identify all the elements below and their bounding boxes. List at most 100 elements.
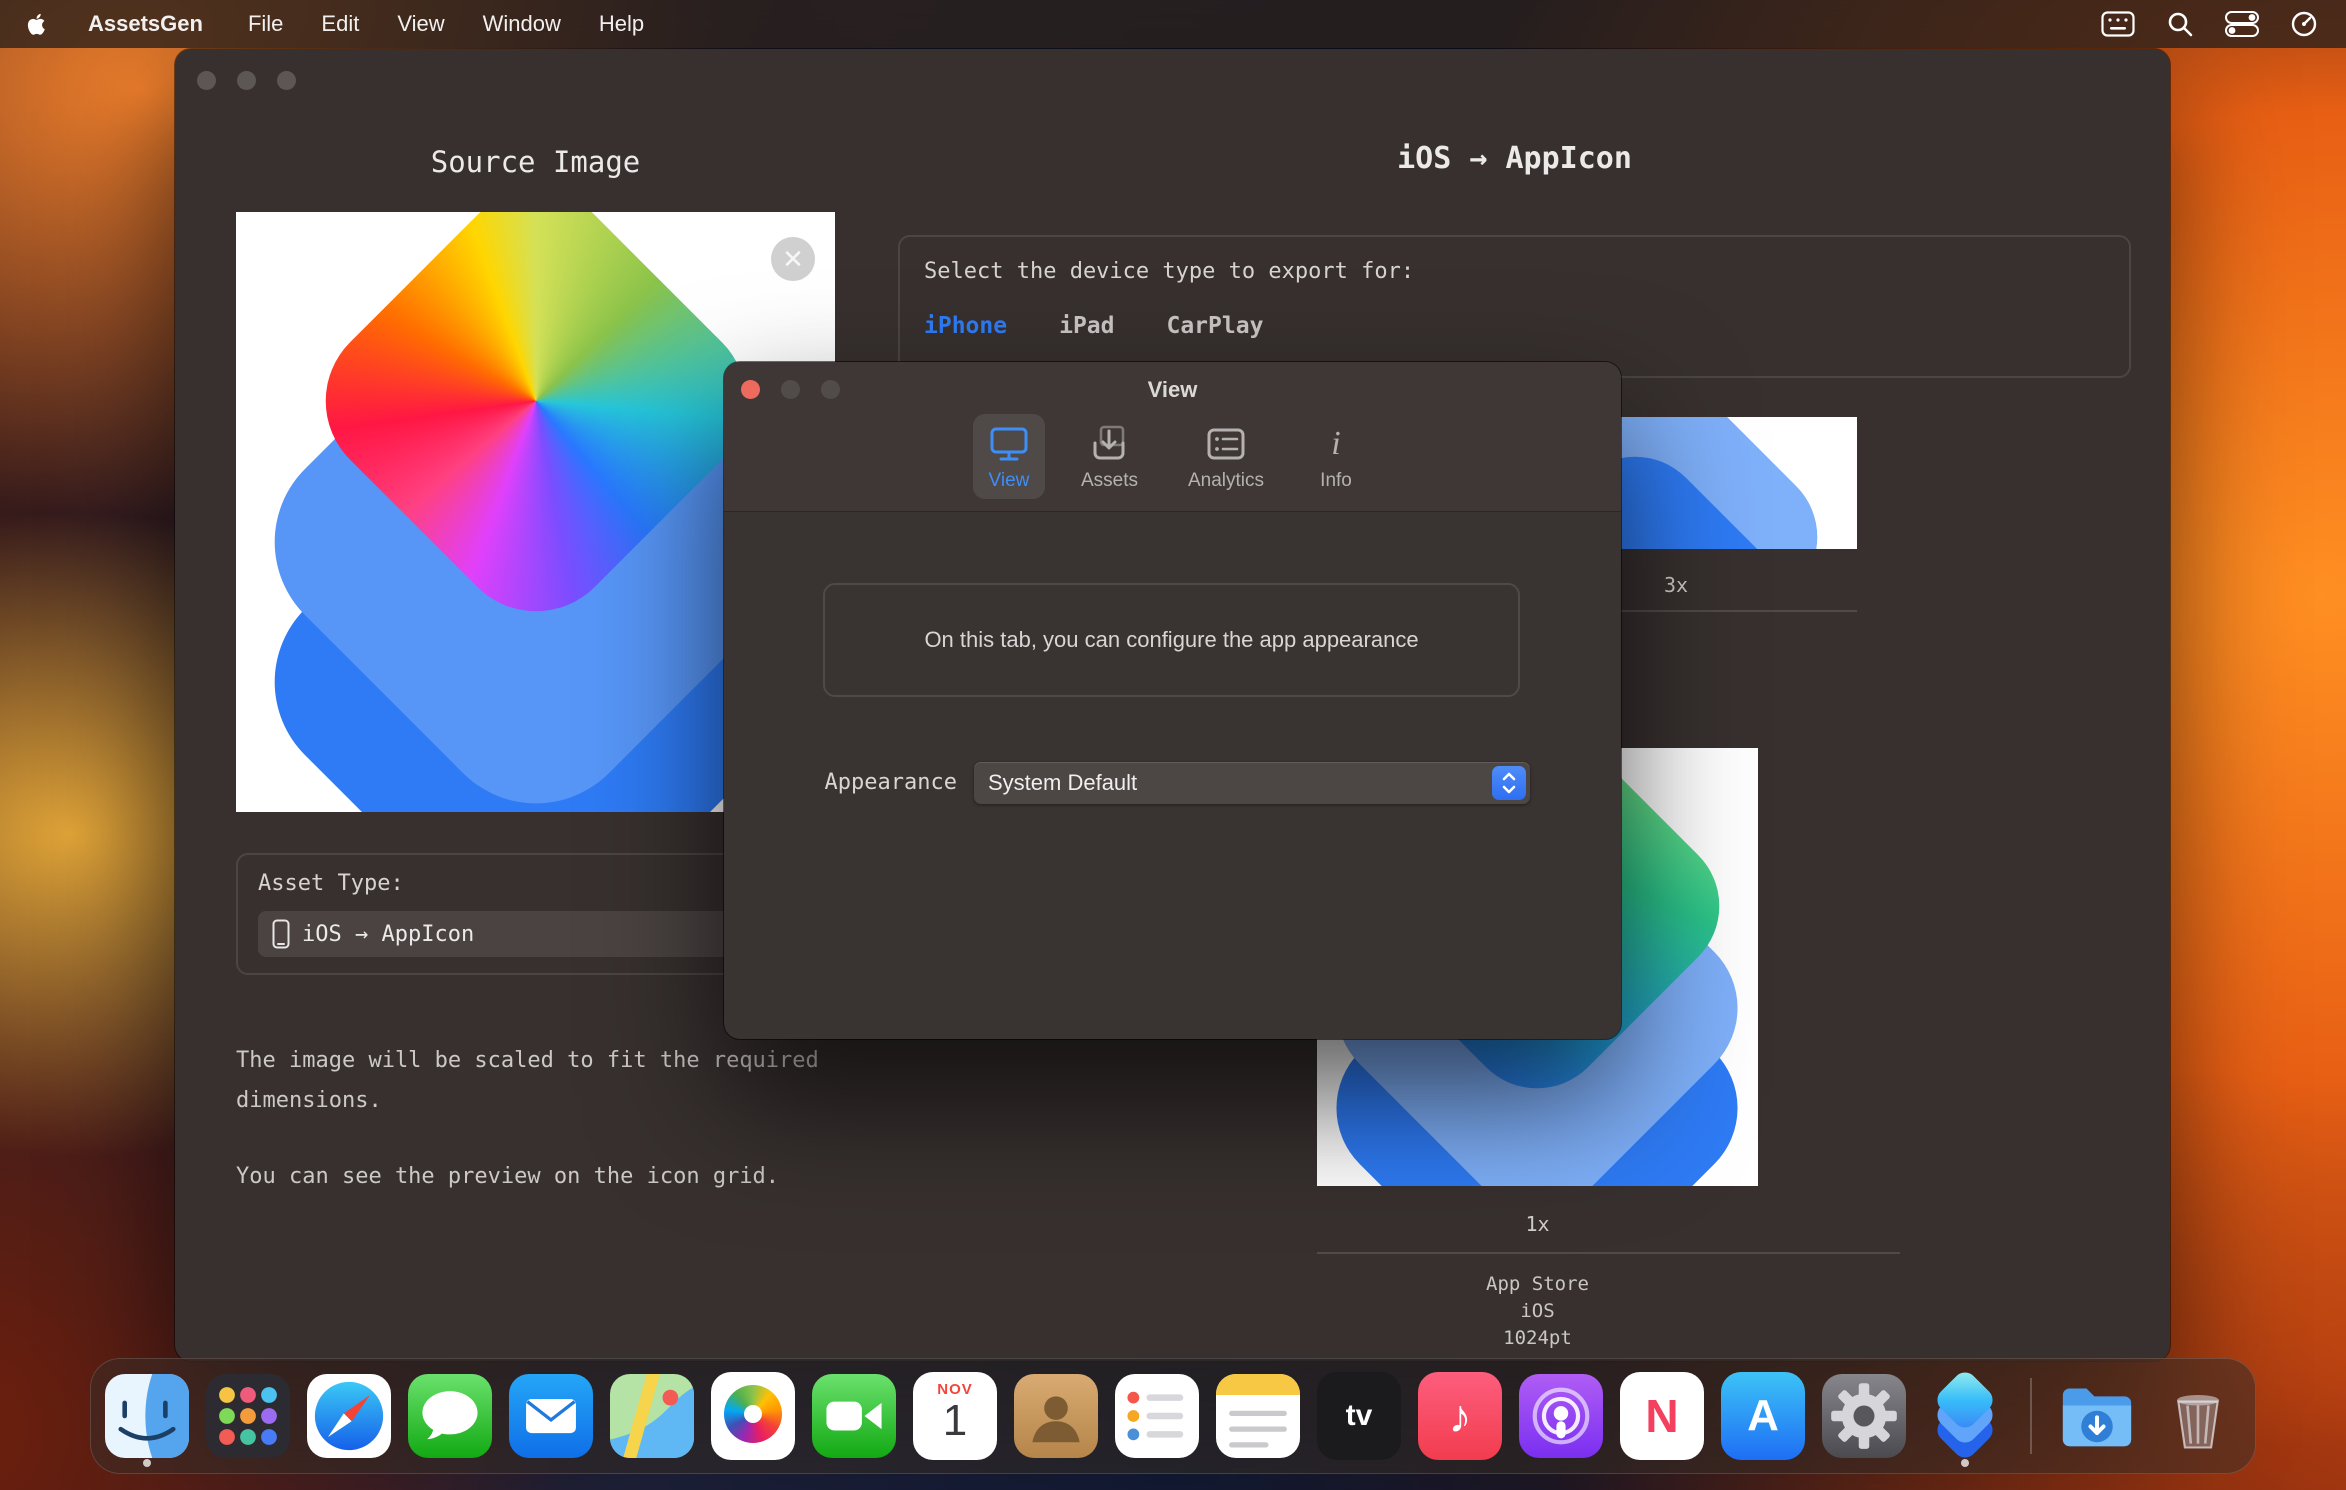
running-indicator — [1961, 1459, 1969, 1467]
news-glyph: N — [1645, 1389, 1678, 1443]
dock-item-reminders[interactable] — [1115, 1372, 1199, 1460]
tab-description: On this tab, you can configure the app a… — [924, 627, 1418, 653]
export-title: iOS → AppIcon — [898, 141, 2131, 176]
menu-bar-status — [2100, 9, 2322, 39]
menu-edit[interactable]: Edit — [302, 11, 378, 37]
device-type-tabs: iPhone iPad CarPlay — [924, 313, 1263, 339]
popup-stepper-icon — [1492, 766, 1526, 800]
display-icon — [987, 423, 1031, 465]
dock-item-tv[interactable]: tv — [1317, 1372, 1401, 1460]
toolbar-tab-view[interactable]: View — [973, 414, 1045, 499]
dock-item-podcasts[interactable] — [1519, 1372, 1603, 1460]
window-controls — [197, 71, 296, 90]
dock-item-mail[interactable] — [509, 1372, 593, 1460]
caption-ios: iOS — [1317, 1298, 1758, 1325]
dock-item-trash[interactable] — [2156, 1372, 2240, 1460]
source-image-title: Source Image — [236, 145, 835, 179]
dock-item-news[interactable]: N — [1620, 1372, 1704, 1460]
notes-icon — [1216, 1374, 1300, 1458]
menu-view[interactable]: View — [378, 11, 463, 37]
dock-separator — [2030, 1378, 2032, 1454]
dock-item-safari[interactable] — [307, 1372, 391, 1460]
control-center-icon[interactable] — [2224, 9, 2260, 39]
dock: NOV 1 tv ♪ — [90, 1358, 2256, 1474]
messages-icon — [408, 1374, 492, 1458]
dock-item-facetime[interactable] — [812, 1372, 896, 1460]
iphone-icon — [272, 919, 290, 949]
news-icon: N — [1620, 1372, 1704, 1460]
menu-help[interactable]: Help — [580, 11, 663, 37]
tab-ipad[interactable]: iPad — [1059, 313, 1114, 339]
dock-item-finder[interactable] — [105, 1372, 189, 1460]
music-note-glyph: ♪ — [1449, 1389, 1472, 1443]
calendar-day: 1 — [913, 1398, 997, 1444]
settings-title: View — [724, 377, 1621, 403]
photos-icon — [711, 1372, 795, 1460]
dock-item-contacts[interactable] — [1014, 1372, 1098, 1460]
appearance-value: System Default — [988, 770, 1137, 796]
menu-window[interactable]: Window — [464, 11, 580, 37]
window-controls — [741, 380, 840, 399]
dock-item-music[interactable]: ♪ — [1418, 1372, 1502, 1460]
tab-description-box: On this tab, you can configure the app a… — [823, 583, 1520, 697]
minimize-button[interactable] — [237, 71, 256, 90]
spotlight-search-icon[interactable] — [2162, 9, 2198, 39]
gauge-icon[interactable] — [2286, 9, 2322, 39]
asset-type-value: iOS → AppIcon — [302, 922, 474, 947]
dock-item-photos[interactable] — [711, 1372, 795, 1460]
remove-image-button[interactable]: ✕ — [771, 237, 815, 281]
toolbar-tab-assets[interactable]: Assets — [1067, 414, 1152, 499]
dock-item-app-store[interactable]: A — [1721, 1372, 1805, 1460]
minimize-button[interactable] — [781, 380, 800, 399]
close-button[interactable] — [197, 71, 216, 90]
dock-item-maps[interactable] — [610, 1372, 694, 1460]
safari-icon — [307, 1374, 391, 1458]
help-notes: The image will be scaled to fit the requ… — [236, 1041, 876, 1197]
dock-item-notes[interactable] — [1216, 1372, 1300, 1460]
dock-item-launchpad[interactable] — [206, 1372, 290, 1460]
toolbar-tab-label: Analytics — [1188, 470, 1264, 492]
tab-iphone[interactable]: iPhone — [924, 313, 1007, 339]
system-settings-icon — [1822, 1374, 1906, 1458]
tab-carplay[interactable]: CarPlay — [1166, 313, 1263, 339]
desktop: AssetsGen File Edit View Window Help — [0, 0, 2346, 1490]
device-type-panel: Select the device type to export for: iP… — [898, 235, 2131, 378]
note-preview: You can see the preview on the icon grid… — [236, 1157, 876, 1197]
apple-icon — [24, 11, 50, 37]
zoom-button[interactable] — [277, 71, 296, 90]
dock-item-system-settings[interactable] — [1822, 1372, 1906, 1460]
appearance-label: Appearance — [724, 770, 957, 795]
toolbar-tab-label: Assets — [1081, 470, 1138, 492]
device-type-prompt: Select the device type to export for: — [924, 259, 1414, 284]
divider — [1317, 1252, 1900, 1254]
toolbar-tab-label: Info — [1320, 470, 1352, 492]
apple-menu[interactable] — [24, 11, 50, 37]
dock-item-assetsgen[interactable] — [1923, 1372, 2007, 1460]
zoom-button[interactable] — [821, 380, 840, 399]
dock-item-calendar[interactable]: NOV 1 — [913, 1372, 997, 1460]
input-menu-icon[interactable] — [2100, 9, 2136, 39]
toolbar-tab-analytics[interactable]: Analytics — [1174, 414, 1278, 499]
close-button[interactable] — [741, 380, 760, 399]
settings-toolbar: View Assets Analytics i Info — [724, 414, 1621, 499]
finder-icon — [105, 1374, 189, 1458]
reminders-icon — [1115, 1374, 1199, 1458]
dock-item-downloads-folder[interactable] — [2055, 1372, 2139, 1460]
menu-app-name[interactable]: AssetsGen — [76, 11, 215, 37]
toolbar-tab-info[interactable]: i Info — [1300, 414, 1372, 499]
caption-app-store: App Store — [1317, 1271, 1758, 1298]
trash-icon — [2156, 1374, 2240, 1458]
asset-type-label: Asset Type: — [258, 871, 404, 896]
music-icon: ♪ — [1418, 1372, 1502, 1460]
tv-icon: tv — [1317, 1372, 1401, 1460]
facetime-icon — [812, 1374, 896, 1458]
dock-item-messages[interactable] — [408, 1372, 492, 1460]
app-store-glyph: A — [1747, 1391, 1779, 1441]
tv-glyph: tv — [1346, 1399, 1373, 1433]
app-store-icon: A — [1721, 1372, 1805, 1460]
appearance-popup[interactable]: System Default — [974, 762, 1530, 804]
menu-file[interactable]: File — [229, 11, 302, 37]
preview-caption: App Store iOS 1024pt — [1317, 1271, 1758, 1352]
list-rectangle-icon — [1204, 423, 1248, 465]
menu-bar: AssetsGen File Edit View Window Help — [0, 0, 2346, 48]
